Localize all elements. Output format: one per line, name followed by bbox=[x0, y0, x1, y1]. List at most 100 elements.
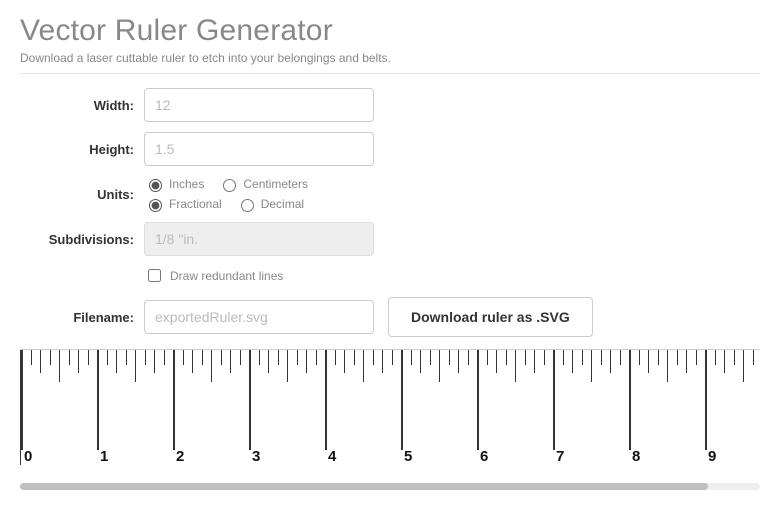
radio-inches[interactable]: Inches bbox=[144, 176, 204, 192]
tick bbox=[107, 350, 108, 365]
width-field[interactable] bbox=[144, 88, 374, 122]
tick bbox=[620, 350, 621, 365]
tick bbox=[268, 350, 269, 373]
tick bbox=[677, 350, 678, 365]
tick bbox=[59, 350, 60, 382]
page-title: Vector Ruler Generator bbox=[20, 14, 760, 48]
ruler-number: 5 bbox=[404, 448, 412, 465]
tick bbox=[278, 350, 279, 365]
tick bbox=[515, 350, 516, 382]
tick bbox=[563, 350, 564, 365]
filename-field[interactable] bbox=[144, 300, 374, 334]
tick bbox=[591, 350, 592, 382]
ruler-number: 6 bbox=[480, 448, 488, 465]
ruler-number: 9 bbox=[708, 448, 716, 465]
tick bbox=[116, 350, 117, 373]
tick bbox=[344, 350, 345, 373]
tick bbox=[40, 350, 41, 373]
redundant-lines-checkbox[interactable]: Draw redundant lines bbox=[144, 266, 283, 285]
ruler-number: 8 bbox=[632, 448, 640, 465]
settings-form: Width: Height: Units: Inches bbox=[24, 88, 760, 337]
width-label: Width: bbox=[24, 98, 134, 113]
tick bbox=[601, 350, 602, 365]
tick bbox=[705, 350, 707, 450]
tick bbox=[734, 350, 735, 365]
tick bbox=[97, 350, 99, 450]
ruler-number: 1 bbox=[100, 448, 108, 465]
tick bbox=[240, 350, 241, 365]
tick bbox=[439, 350, 440, 382]
tick bbox=[382, 350, 383, 373]
radio-decimal-label: Decimal bbox=[261, 197, 304, 211]
tick bbox=[145, 350, 146, 365]
radio-inches-label: Inches bbox=[169, 177, 204, 191]
radio-centimeters[interactable]: Centimeters bbox=[218, 176, 308, 192]
tick bbox=[221, 350, 222, 365]
ruler-number: 7 bbox=[556, 448, 564, 465]
tick bbox=[658, 350, 659, 365]
tick bbox=[525, 350, 526, 365]
tick bbox=[287, 350, 288, 382]
tick bbox=[534, 350, 535, 373]
tick bbox=[544, 350, 545, 365]
tick bbox=[316, 350, 317, 365]
tick bbox=[69, 350, 70, 365]
tick bbox=[430, 350, 431, 365]
tick bbox=[211, 350, 212, 382]
tick bbox=[458, 350, 459, 373]
tick bbox=[31, 350, 32, 365]
download-button[interactable]: Download ruler as .SVG bbox=[388, 297, 593, 337]
tick bbox=[582, 350, 583, 365]
radio-centimeters-label: Centimeters bbox=[243, 177, 308, 191]
filename-label: Filename: bbox=[24, 310, 134, 325]
radio-inches-input[interactable] bbox=[149, 179, 162, 192]
tick bbox=[686, 350, 687, 373]
tick bbox=[639, 350, 640, 365]
tick bbox=[487, 350, 488, 365]
ruler-number: 2 bbox=[176, 448, 184, 465]
subdivisions-label: Subdivisions: bbox=[24, 232, 134, 247]
tick bbox=[411, 350, 412, 365]
tick bbox=[610, 350, 611, 373]
tick bbox=[259, 350, 260, 365]
ruler-number: 4 bbox=[328, 448, 336, 465]
tick bbox=[354, 350, 355, 365]
radio-centimeters-input[interactable] bbox=[223, 179, 236, 192]
header: Vector Ruler Generator Download a laser … bbox=[20, 14, 760, 74]
tick bbox=[392, 350, 393, 365]
tick bbox=[202, 350, 203, 365]
tick bbox=[696, 350, 697, 365]
tick bbox=[743, 350, 744, 382]
tick bbox=[506, 350, 507, 365]
radio-decimal-input[interactable] bbox=[241, 199, 254, 212]
radio-fractional-input[interactable] bbox=[149, 199, 162, 212]
tick bbox=[88, 350, 89, 365]
tick bbox=[183, 350, 184, 365]
tick bbox=[192, 350, 193, 373]
tick bbox=[420, 350, 421, 373]
tick bbox=[724, 350, 725, 373]
horizontal-scrollbar[interactable] bbox=[20, 483, 760, 493]
radio-fractional[interactable]: Fractional bbox=[144, 196, 222, 212]
tick bbox=[572, 350, 573, 373]
tick bbox=[154, 350, 155, 373]
tick bbox=[126, 350, 127, 365]
redundant-lines-input[interactable] bbox=[148, 269, 161, 282]
tick bbox=[553, 350, 555, 450]
tick bbox=[401, 350, 403, 450]
tick bbox=[50, 350, 51, 365]
tick bbox=[325, 350, 327, 450]
ruler-preview: 0123456789 bbox=[20, 349, 760, 465]
tick bbox=[306, 350, 307, 373]
radio-decimal[interactable]: Decimal bbox=[236, 196, 304, 212]
ruler-number: 0 bbox=[24, 448, 32, 465]
tick bbox=[21, 350, 23, 450]
tick bbox=[363, 350, 364, 382]
height-field[interactable] bbox=[144, 132, 374, 166]
scrollbar-thumb[interactable] bbox=[20, 483, 708, 490]
tick bbox=[449, 350, 450, 365]
tick bbox=[373, 350, 374, 365]
tick bbox=[753, 350, 754, 365]
tick bbox=[496, 350, 497, 373]
tick bbox=[715, 350, 716, 365]
